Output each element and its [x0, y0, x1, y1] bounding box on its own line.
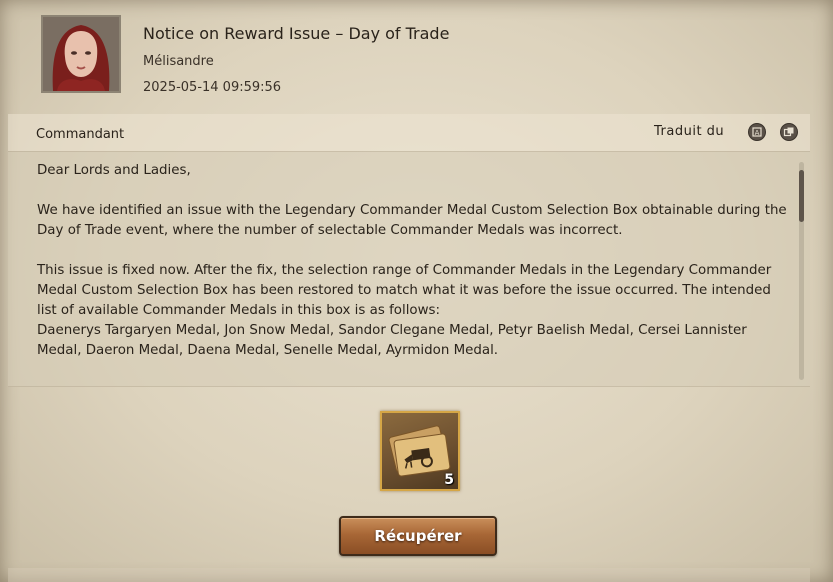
medal-list: Daenerys Targaryen Medal, Jon Snow Medal… — [37, 323, 747, 358]
reward-item[interactable]: 5 — [380, 411, 460, 491]
scrollbar-thumb[interactable] — [799, 170, 804, 222]
svg-text:A: A — [755, 129, 760, 137]
collect-button[interactable]: Récupérer — [339, 516, 497, 556]
recipient-label: Commandant — [36, 127, 125, 142]
message-paragraph: This issue is fixed now. After the fix, … — [37, 263, 772, 318]
copy-icon[interactable] — [780, 123, 798, 141]
message-greeting: Dear Lords and Ladies, — [37, 163, 191, 178]
sender-avatar — [41, 15, 121, 93]
message-body: Dear Lords and Ladies, We have identifie… — [37, 161, 792, 361]
footer-band — [8, 568, 810, 582]
reward-count: 5 — [444, 472, 454, 488]
translated-label: Traduit du — [654, 124, 725, 139]
mail-sender: Mélisandre — [143, 54, 214, 69]
message-paragraph: We have identified an issue with the Leg… — [37, 203, 787, 238]
translate-icon[interactable]: A — [748, 123, 766, 141]
mail-title: Notice on Reward Issue – Day of Trade — [143, 24, 450, 43]
mail-date: 2025-05-14 09:59:56 — [143, 80, 282, 95]
